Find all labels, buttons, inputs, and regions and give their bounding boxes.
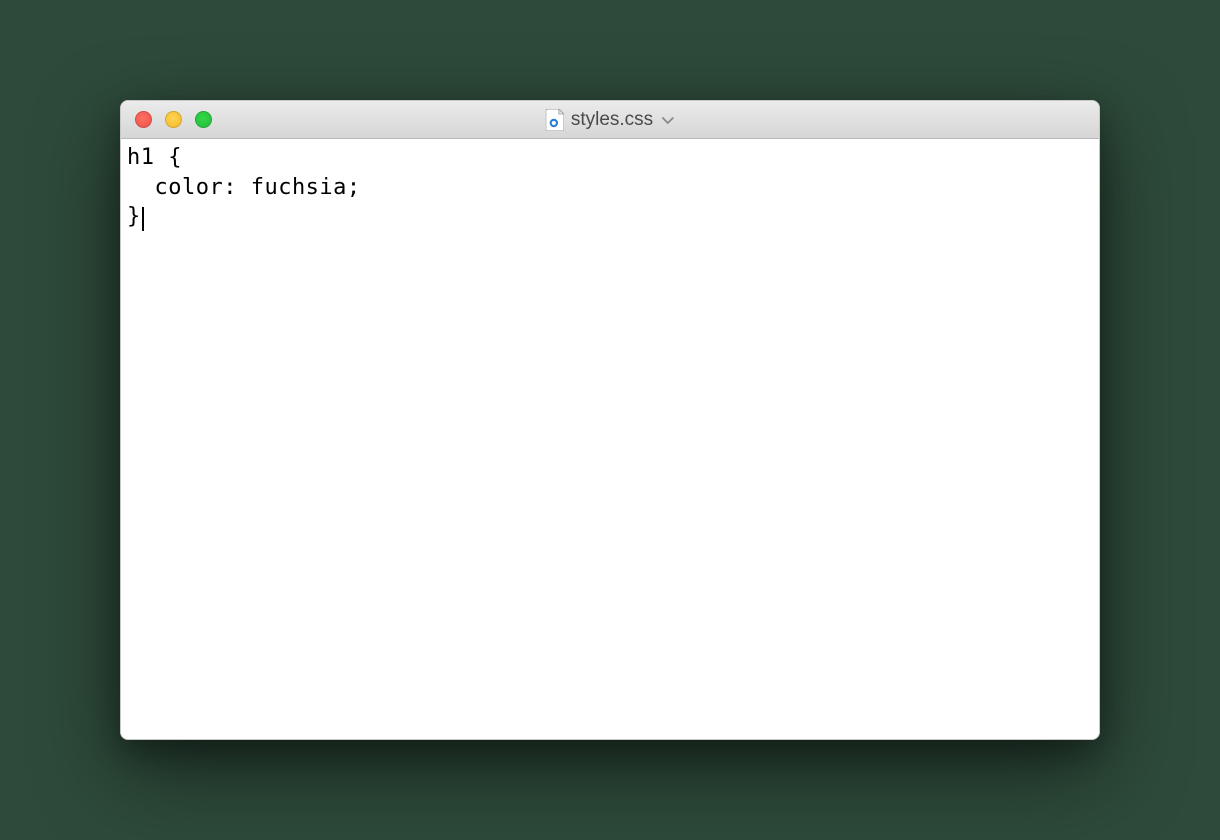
code-line: h1 {: [127, 143, 1093, 173]
css-file-icon: [546, 109, 564, 131]
code-editor[interactable]: h1 { color: fuchsia;}: [121, 139, 1099, 739]
text-cursor: [142, 207, 144, 231]
window-title-group[interactable]: styles.css: [546, 109, 674, 131]
maximize-button[interactable]: [195, 111, 212, 128]
titlebar[interactable]: styles.css: [121, 101, 1099, 139]
window-title: styles.css: [571, 109, 653, 131]
traffic-lights: [121, 111, 212, 128]
close-button[interactable]: [135, 111, 152, 128]
editor-window: styles.css h1 { color: fuchsia;}: [120, 100, 1100, 740]
code-line: }: [127, 202, 1093, 232]
chevron-down-icon[interactable]: [662, 112, 674, 128]
code-line: color: fuchsia;: [127, 173, 1093, 203]
code-text: }: [127, 204, 141, 229]
minimize-button[interactable]: [165, 111, 182, 128]
